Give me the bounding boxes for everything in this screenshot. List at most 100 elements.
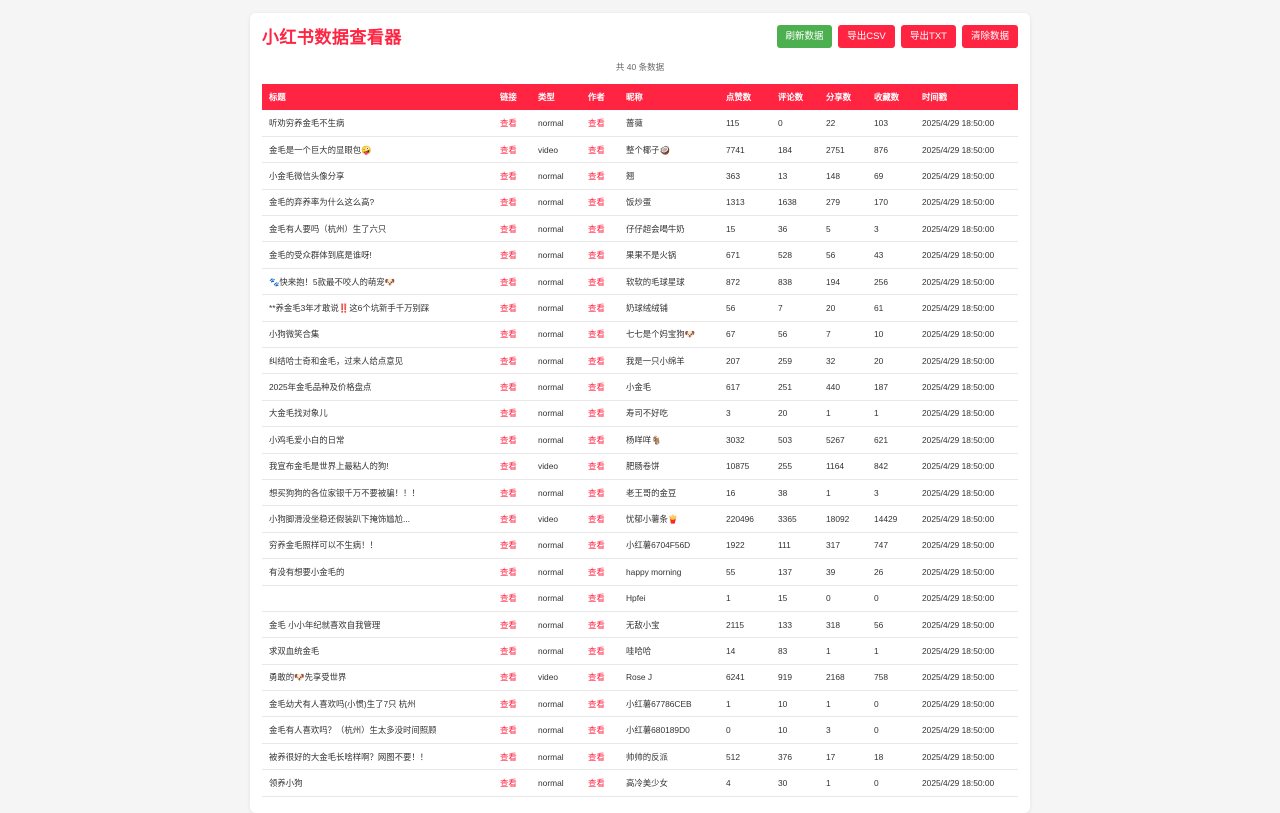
record-count: 共 40 条数据 xyxy=(615,62,665,72)
cell-link-view[interactable]: 查看 xyxy=(493,216,531,242)
cell-author-view[interactable]: 查看 xyxy=(581,585,619,611)
cell-link-view[interactable]: 查看 xyxy=(493,321,531,347)
cell-likes: 15 xyxy=(726,223,736,234)
clear-data-button[interactable]: 清除数据 xyxy=(962,25,1018,48)
cell-author-view[interactable]: 查看 xyxy=(581,479,619,505)
cell-comments: 919 xyxy=(778,672,792,683)
table-row: 我宣布金毛是世界上最粘人的狗! 查看 video 查看 肥肠卷饼 10875 255 1164… xyxy=(262,453,1018,480)
export-csv-button[interactable]: 导出CSV xyxy=(838,25,895,48)
cell-link-view[interactable]: 查看 xyxy=(493,242,531,268)
cell-link-view[interactable]: 查看 xyxy=(493,691,531,717)
cell-author-view[interactable]: 查看 xyxy=(581,400,619,426)
cell-link-view[interactable]: 查看 xyxy=(493,295,531,321)
cell-author-view[interactable]: 查看 xyxy=(581,743,619,769)
cell-author-view[interactable]: 查看 xyxy=(581,216,619,242)
cell-likes: 617 xyxy=(726,382,740,393)
cell-link-view[interactable]: 查看 xyxy=(493,163,531,189)
cell-link-view[interactable]: 查看 xyxy=(493,585,531,611)
cell-comments: 10 xyxy=(778,698,788,709)
cell-author-view[interactable]: 查看 xyxy=(581,638,619,664)
cell-author-view[interactable]: 查看 xyxy=(581,189,619,215)
cell-likes: 220496 xyxy=(726,514,754,525)
cell-link-view[interactable]: 查看 xyxy=(493,189,531,215)
cell-type: normal xyxy=(538,408,564,419)
cell-link-view[interactable]: 查看 xyxy=(493,453,531,479)
cell-collects: 256 xyxy=(874,276,888,287)
cell-author-view[interactable]: 查看 xyxy=(581,321,619,347)
cell-author-view[interactable]: 查看 xyxy=(581,136,619,162)
table-row: 求双血统金毛 查看 normal 查看 哇哈哈 14 83 1 1 2025/4/29 18:50… xyxy=(262,638,1018,665)
cell-shares: 1 xyxy=(826,646,831,656)
cell-author-view[interactable]: 查看 xyxy=(581,691,619,717)
header-time: 时间戳 xyxy=(922,92,948,102)
cell-author-view[interactable]: 查看 xyxy=(581,611,619,637)
table-row: 领养小狗 查看 normal 查看 高冷美少女 4 30 1 0 2025/4/29 18:50:… xyxy=(262,770,1018,797)
cell-link-view[interactable]: 查看 xyxy=(493,532,531,558)
cell-link-view[interactable]: 查看 xyxy=(493,400,531,426)
cell-link-view[interactable]: 查看 xyxy=(493,743,531,769)
cell-link-view[interactable]: 查看 xyxy=(493,136,531,162)
cell-author-view[interactable]: 查看 xyxy=(581,268,619,294)
cell-shares: 17 xyxy=(826,751,836,762)
cell-type: normal xyxy=(538,487,564,498)
cell-link-view[interactable]: 查看 xyxy=(493,559,531,585)
cell-nickname: 奶球绒绒铺 xyxy=(626,302,668,313)
cell-title: 想买狗狗的各位家银千万不要被骗！！！ xyxy=(269,487,420,498)
cell-author-view[interactable]: 查看 xyxy=(581,770,619,796)
cell-link-view[interactable]: 查看 xyxy=(493,348,531,374)
table-row: 🐾快来抱！5款最不咬人的萌宠🐶 查看 normal 查看 软软的毛球星球 872 838 19… xyxy=(262,268,1018,295)
cell-shares: 1 xyxy=(826,408,831,419)
cell-shares: 18092 xyxy=(826,514,850,525)
cell-shares: 1164 xyxy=(826,461,845,472)
cell-author-view[interactable]: 查看 xyxy=(581,532,619,558)
cell-link-view[interactable]: 查看 xyxy=(493,374,531,400)
cell-nickname: 七七是个妈宝狗🐶 xyxy=(626,329,696,340)
cell-link-view[interactable]: 查看 xyxy=(493,110,531,136)
cell-author-view[interactable]: 查看 xyxy=(581,348,619,374)
cell-nickname: 帅帅的反派 xyxy=(626,751,668,762)
cell-author-view[interactable]: 查看 xyxy=(581,453,619,479)
export-txt-button[interactable]: 导出TXT xyxy=(901,25,956,48)
cell-author-view[interactable]: 查看 xyxy=(581,110,619,136)
cell-link-view[interactable]: 查看 xyxy=(493,611,531,637)
cell-comments: 1638 xyxy=(778,197,797,208)
main-card: 小红书数据查看器 刷新数据 导出CSV 导出TXT 清除数据 共 40 条数据 … xyxy=(250,13,1030,813)
cell-likes: 115 xyxy=(726,117,740,128)
table-header-row: 标题 链接 类型 作者 昵称 点赞数 评论数 分享数 收藏数 时间戳 xyxy=(262,84,1018,110)
cell-author-view[interactable]: 查看 xyxy=(581,242,619,268)
cell-collects: 43 xyxy=(874,250,884,261)
cell-shares: 148 xyxy=(826,170,840,181)
cell-author-view[interactable]: 查看 xyxy=(581,427,619,453)
cell-link-view[interactable]: 查看 xyxy=(493,268,531,294)
table-row: 小金毛微信头像分享 查看 normal 查看翘 363 13 148 69 2025/4/29 … xyxy=(262,163,1018,190)
cell-likes: 1 xyxy=(726,698,731,709)
cell-link-view[interactable]: 查看 xyxy=(493,506,531,532)
cell-link-view[interactable]: 查看 xyxy=(493,479,531,505)
cell-link-view[interactable]: 查看 xyxy=(493,664,531,690)
cell-time: 2025/4/29 18:50:00 xyxy=(922,751,995,762)
cell-author-view[interactable]: 查看 xyxy=(581,506,619,532)
cell-collects: 842 xyxy=(874,461,888,472)
cell-nickname: 老王哥的金豆 xyxy=(626,487,677,498)
cell-author-view[interactable]: 查看 xyxy=(581,664,619,690)
cell-likes: 55 xyxy=(726,566,736,577)
cell-link-view[interactable]: 查看 xyxy=(493,427,531,453)
cell-link-view[interactable]: 查看 xyxy=(493,638,531,664)
cell-author-view[interactable]: 查看 xyxy=(581,559,619,585)
cell-shares: 7 xyxy=(826,329,831,340)
cell-author-view[interactable]: 查看 xyxy=(581,717,619,743)
cell-link-view[interactable]: 查看 xyxy=(493,770,531,796)
refresh-button[interactable]: 刷新数据 xyxy=(777,25,832,48)
cell-author-view[interactable]: 查看 xyxy=(581,374,619,400)
cell-author-view[interactable]: 查看 xyxy=(581,163,619,189)
cell-comments: 10 xyxy=(778,725,788,736)
cell-author-view[interactable]: 查看 xyxy=(581,295,619,321)
cell-likes: 56 xyxy=(726,302,736,313)
cell-link-view[interactable]: 查看 xyxy=(493,717,531,743)
cell-comments: 503 xyxy=(778,434,792,445)
cell-type: normal xyxy=(538,725,564,736)
cell-shares: 1 xyxy=(826,777,831,788)
cell-type: normal xyxy=(538,593,564,604)
cell-title: 小狗微笑合集 xyxy=(269,329,320,340)
cell-title: 小鸡毛爱小白的日常 xyxy=(269,434,345,445)
